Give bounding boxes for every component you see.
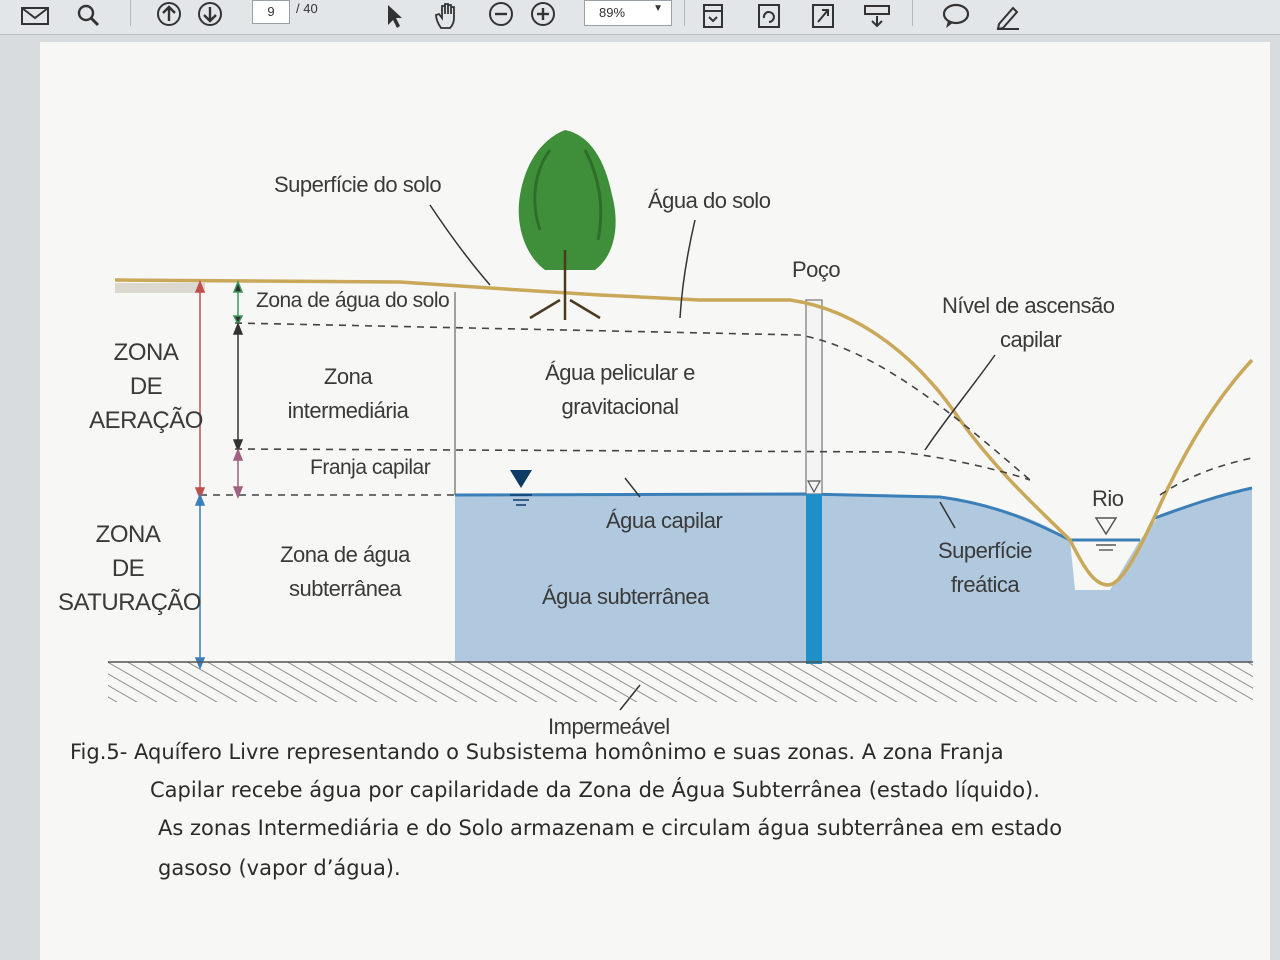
soil-texture: [115, 283, 205, 293]
label-franja-capilar: Franja capilar: [310, 456, 431, 479]
label-zona-saturacao-1: ZONA: [95, 521, 161, 548]
label-zona-aeracao: ZONA DE AERAÇÃO: [88, 336, 204, 438]
label-agua-capilar: Água capilar: [606, 508, 723, 533]
label-superficie-solo: Superfície do solo: [274, 172, 442, 197]
fringe-arrow: [232, 447, 244, 500]
label-zona-saturacao-3: SATURAÇÃO: [58, 589, 202, 616]
label-zona-aeracao-1: ZONA: [113, 339, 179, 366]
well-upper: [805, 299, 823, 495]
label-zona-saturacao-2: DE: [111, 555, 145, 582]
label-rio: Rio: [1092, 486, 1124, 511]
label-agua-subterranea: Água subterrânea: [542, 584, 709, 609]
river-water-symbol-icon: [1094, 517, 1118, 551]
label-zona-subterranea-1: Zona de água: [280, 542, 410, 567]
label-nivel-capilar: capilar: [1000, 327, 1062, 352]
groundwater-zone: [455, 488, 1252, 662]
water-table-symbol-icon: [510, 470, 532, 506]
impermeable-layer: [108, 662, 1253, 702]
intermediate-zone-arrow: [232, 321, 244, 453]
label-zona-aeracao-2: DE: [129, 373, 163, 400]
label-zona-saturacao: ZONA DE SATURAÇÃO: [58, 518, 202, 620]
label-impermeavel: Impermeável: [548, 714, 670, 739]
label-superficie-freatica: Superfície freática: [930, 534, 1040, 602]
label-agua-do-solo: Água do solo: [648, 188, 771, 213]
label-zona-intermediaria-1: Zona: [323, 364, 373, 389]
well-lower: [806, 494, 822, 664]
label-zona-aeracao-3: AERAÇÃO: [89, 407, 203, 434]
label-zona-agua-solo: Zona de água do solo: [256, 289, 450, 312]
caption-line-4: gasoso (vapor d’água).: [158, 856, 401, 880]
label-zona-intermediaria: Zona intermediária: [280, 360, 416, 428]
soil-zone-arrow: [232, 279, 244, 326]
caption-line-2: Capilar recebe água por capilaridade da …: [150, 778, 1040, 802]
label-poco: Poço: [792, 257, 841, 282]
caption-line-3: As zonas Intermediária e do Solo armazen…: [158, 816, 1063, 840]
label-zona-subterranea-2: subterrânea: [289, 576, 401, 601]
label-superficie-freatica-1: Superfície: [937, 538, 1033, 563]
label-zona-subterranea: Zona de água subterrânea: [270, 538, 420, 606]
caption-line-1: Fig.5- Aquífero Livre representando o Su…: [70, 740, 1004, 764]
label-agua-pelicular-1: Água pelicular e: [545, 360, 695, 385]
label-nivel-ascensao: Nível de ascensão: [942, 293, 1115, 318]
label-agua-pelicular: Água pelicular e gravitacional: [540, 356, 700, 424]
label-agua-pelicular-2: gravitacional: [561, 394, 679, 419]
label-zona-intermediaria-2: intermediária: [287, 398, 409, 423]
label-superficie-freatica-2: freática: [950, 572, 1020, 597]
